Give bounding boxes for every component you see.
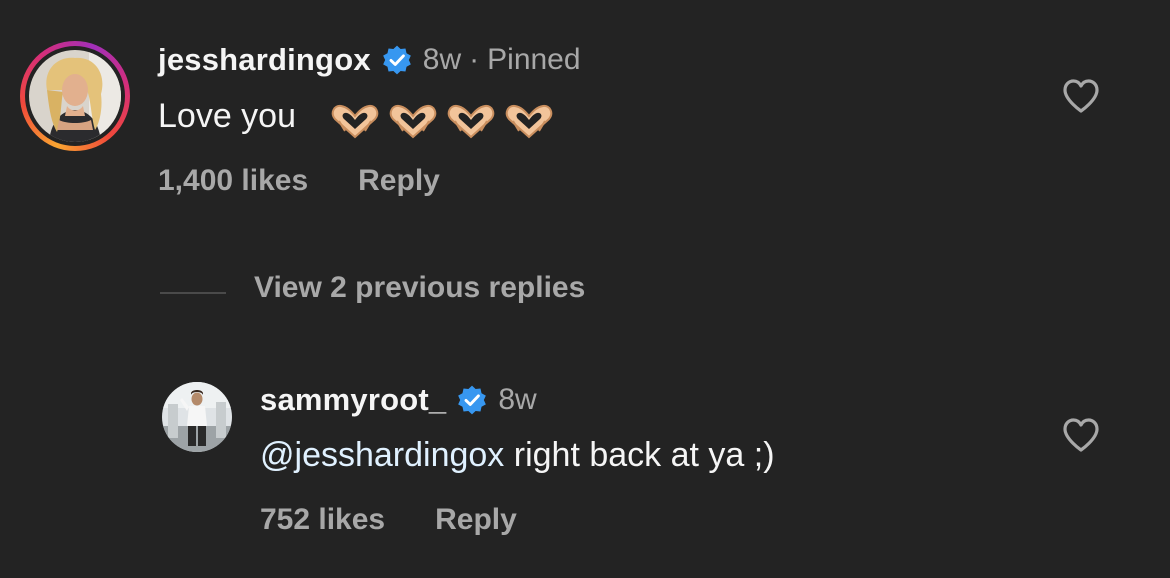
heart-hands-emoji-icon (447, 103, 495, 139)
reply-time: 8w (498, 383, 537, 416)
avatar-ring-gap (25, 46, 125, 146)
heart-hands-emoji-icon (505, 103, 553, 139)
heart-hands-emoji-icon (331, 103, 379, 139)
comment-time: 8w (422, 43, 462, 76)
comment-actions: 1,400 likes Reply (158, 164, 440, 198)
heart-outline-icon[interactable] (1062, 417, 1100, 453)
avatar-story-ring[interactable] (20, 41, 130, 151)
likes-count[interactable]: 752 likes (260, 503, 385, 537)
avatar[interactable] (162, 382, 232, 452)
likes-count[interactable]: 1,400 likes (158, 164, 308, 198)
comment-username[interactable]: jesshardingox (158, 42, 371, 78)
reply-actions: 752 likes Reply (260, 503, 517, 537)
reply-button[interactable]: Reply (435, 503, 517, 537)
reply-header: sammyroot_ 8w (260, 382, 537, 418)
heart-hands-emoji-icon (389, 103, 437, 139)
reply-button[interactable]: Reply (358, 164, 440, 198)
reply: sammyroot_ 8w @jesshardingox right back … (0, 360, 1170, 560)
heart-hands-emoji-row (331, 103, 553, 139)
replies-divider (160, 292, 226, 294)
pinned-label: Pinned (487, 43, 581, 76)
verified-badge-icon (456, 384, 488, 416)
view-previous-replies-button[interactable]: View 2 previous replies (254, 271, 585, 305)
heart-outline-icon[interactable] (1062, 78, 1100, 114)
reply-body: right back at ya ;) (513, 436, 775, 474)
avatar (29, 50, 121, 142)
comment: jesshardingox 8w · Pinned Love you 1,400… (0, 0, 1170, 240)
comment-header: jesshardingox 8w · Pinned (158, 42, 581, 78)
mention-link[interactable]: @jesshardingox (260, 436, 504, 474)
reply-username[interactable]: sammyroot_ (260, 382, 446, 418)
meta-separator: · (469, 43, 480, 76)
comment-text: Love you (158, 97, 296, 135)
reply-text: @jesshardingox right back at ya ;) (260, 436, 775, 475)
verified-badge-icon (381, 44, 413, 76)
